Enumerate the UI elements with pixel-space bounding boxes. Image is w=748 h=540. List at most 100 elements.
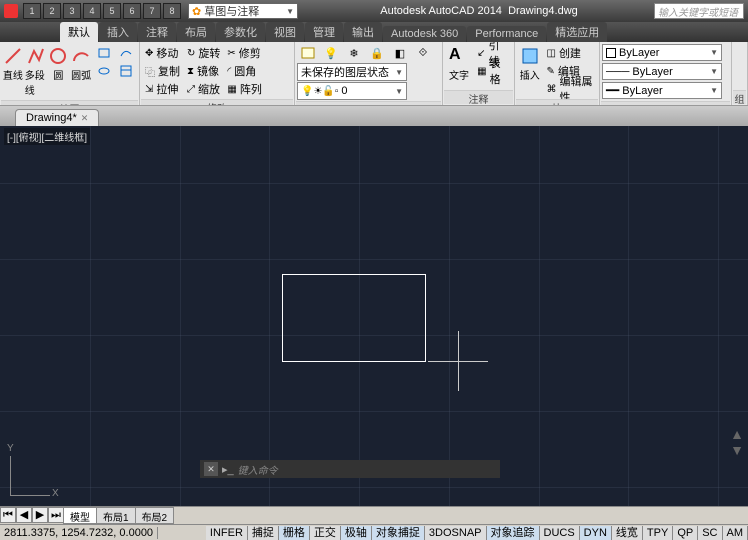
ribbon-tabs: 默认 插入 注释 布局 参数化 视图 管理 输出 Autodesk 360 Pe…	[0, 22, 748, 42]
qat-1[interactable]: 1	[23, 3, 41, 19]
layer-match-button[interactable]: ⟐	[412, 44, 434, 62]
command-close-icon[interactable]: ✕	[204, 462, 218, 476]
command-input[interactable]: 键入命令	[238, 462, 278, 477]
tab-a360[interactable]: Autodesk 360	[383, 26, 466, 42]
insert-block-button[interactable]: 插入	[517, 44, 542, 84]
panel-modify: ✥ 移动 ⿻ 复制 ⇲ 拉伸 ↻ 旋转 ⧗ 镜像 ⤢ 缩放 ✂ 修剪 ◜ 圆角 …	[140, 42, 295, 105]
command-line[interactable]: ✕ ▸_ 键入命令	[200, 460, 500, 478]
status-ducs[interactable]: DUCS	[540, 526, 580, 540]
color-dropdown[interactable]: ByLayer▼	[602, 44, 722, 61]
array-button[interactable]: ▦ 阵列	[224, 80, 264, 98]
layer-props-button[interactable]	[297, 44, 319, 62]
scale-button[interactable]: ⤢ 缩放	[184, 80, 223, 98]
layout2-tab[interactable]: 布局2	[135, 507, 175, 524]
layer-lock-button[interactable]: 🔒	[366, 44, 388, 62]
coordinates[interactable]: 2811.3375, 1254.7232, 0.0000	[0, 527, 158, 539]
status-am[interactable]: AM	[723, 526, 748, 540]
layer-off-button[interactable]: 💡	[320, 44, 342, 62]
create-block-button[interactable]: ◫ 创建	[543, 44, 597, 62]
linetype-dropdown[interactable]: ───ByLayer▼	[602, 63, 722, 80]
layout-next-button[interactable]: ▶	[32, 507, 48, 523]
file-tab-drawing4[interactable]: Drawing4* ✕	[15, 109, 99, 126]
tab-output[interactable]: 输出	[344, 22, 382, 42]
model-tab[interactable]: 模型	[63, 507, 97, 524]
layout-prev-button[interactable]: ◀	[16, 507, 32, 523]
stretch-button[interactable]: ⇲ 拉伸	[142, 80, 183, 98]
status-3dosnap[interactable]: 3DOSNAP	[425, 526, 487, 540]
hatch-button[interactable]	[115, 62, 137, 80]
file-tab-label: Drawing4*	[26, 112, 77, 124]
insert-icon	[520, 46, 540, 66]
qat-8[interactable]: 8	[163, 3, 181, 19]
status-grid[interactable]: 栅格	[279, 526, 310, 540]
qat-7[interactable]: 7	[143, 3, 161, 19]
rectangle-object[interactable]	[282, 274, 426, 362]
tab-view[interactable]: 视图	[266, 22, 304, 42]
move-button[interactable]: ✥ 移动	[142, 44, 183, 62]
layout-last-button[interactable]: ⏭	[48, 507, 64, 523]
circle-button[interactable]: 圆	[48, 44, 70, 84]
qat-5[interactable]: 5	[103, 3, 121, 19]
layer-iso-button[interactable]: ◧	[389, 44, 411, 62]
viewcube-nav[interactable]: ▲▼	[730, 426, 744, 458]
trim-button[interactable]: ✂ 修剪	[224, 44, 264, 62]
panel-block-label[interactable]: 块	[516, 99, 598, 106]
lineweight-dropdown[interactable]: ━━ByLayer▼	[602, 82, 722, 99]
qat-2[interactable]: 2	[43, 3, 61, 19]
copy-button[interactable]: ⿻ 复制	[142, 62, 183, 80]
status-polar[interactable]: 极轴	[341, 526, 372, 540]
panel-modify-label[interactable]: 修改	[141, 99, 293, 106]
rotate-button[interactable]: ↻ 旋转	[184, 44, 223, 62]
text-button[interactable]: A文字	[445, 44, 473, 84]
qat-6[interactable]: 6	[123, 3, 141, 19]
tab-insert[interactable]: 插入	[99, 22, 137, 42]
panel-group-label[interactable]: 组	[733, 90, 746, 104]
mirror-button[interactable]: ⧗ 镜像	[184, 62, 223, 80]
circle-icon	[48, 46, 68, 66]
layout-tabs-row: ⏮ ◀ ▶ ⏭ 模型 布局1 布局2	[0, 506, 748, 524]
layer-state-dropdown[interactable]: 未保存的图层状态▼	[297, 63, 407, 81]
status-lwt[interactable]: 线宽	[612, 526, 643, 540]
tab-annotate[interactable]: 注释	[138, 22, 176, 42]
drawing-canvas[interactable]: [-][俯视][二维线框] Y X ✕ ▸_ 键入命令 ▲▼	[0, 126, 748, 506]
status-ortho[interactable]: 正交	[310, 526, 341, 540]
panel-annotation-label[interactable]: 注释	[444, 90, 513, 104]
app-icon[interactable]	[4, 4, 18, 18]
line-button[interactable]: 直线	[2, 44, 24, 84]
status-infer[interactable]: INFER	[206, 526, 248, 540]
status-sc[interactable]: SC	[698, 526, 722, 540]
arc-button[interactable]: 圆弧	[70, 44, 92, 84]
status-dyn[interactable]: DYN	[580, 526, 612, 540]
status-osnap[interactable]: 对象捕捉	[372, 526, 425, 540]
crosshair-horizontal	[428, 361, 488, 362]
qat-3[interactable]: 3	[63, 3, 81, 19]
model-space[interactable]	[0, 126, 748, 506]
fillet-button[interactable]: ◜ 圆角	[224, 62, 264, 80]
status-snap[interactable]: 捕捉	[248, 526, 279, 540]
ellipse-button[interactable]	[93, 62, 115, 80]
edit-attr-button[interactable]: ⌘ 编辑属性	[543, 80, 597, 98]
table-button[interactable]: ▦ 表格	[474, 62, 512, 80]
layer-dropdown[interactable]: 💡☀🔓▫ 0▼	[297, 82, 407, 100]
polyline-icon	[26, 46, 46, 66]
tab-performance[interactable]: Performance	[467, 26, 546, 42]
tab-manage[interactable]: 管理	[305, 22, 343, 42]
status-tpy[interactable]: TPY	[643, 526, 673, 540]
spline-button[interactable]	[115, 44, 137, 62]
layout-first-button[interactable]: ⏮	[0, 507, 16, 523]
status-otrack[interactable]: 对象追踪	[487, 526, 540, 540]
tab-parametric[interactable]: 参数化	[216, 22, 265, 42]
help-search-input[interactable]: 输入关键字或短语	[654, 3, 744, 19]
status-qp[interactable]: QP	[673, 526, 698, 540]
panel-properties: ByLayer▼ ───ByLayer▼ ━━ByLayer▼ 特性	[600, 42, 732, 105]
close-tab-icon[interactable]: ✕	[81, 113, 89, 124]
tab-layout[interactable]: 布局	[177, 22, 215, 42]
layout1-tab[interactable]: 布局1	[96, 507, 136, 524]
qat-4[interactable]: 4	[83, 3, 101, 19]
rectangle-button[interactable]	[93, 44, 115, 62]
layer-freeze-button[interactable]: ❄	[343, 44, 365, 62]
tab-featured[interactable]: 精选应用	[547, 22, 607, 42]
workspace-dropdown[interactable]: ✿ 草图与注释 ▼	[188, 3, 298, 19]
tab-default[interactable]: 默认	[60, 22, 98, 42]
polyline-button[interactable]: 多段线	[25, 44, 47, 99]
